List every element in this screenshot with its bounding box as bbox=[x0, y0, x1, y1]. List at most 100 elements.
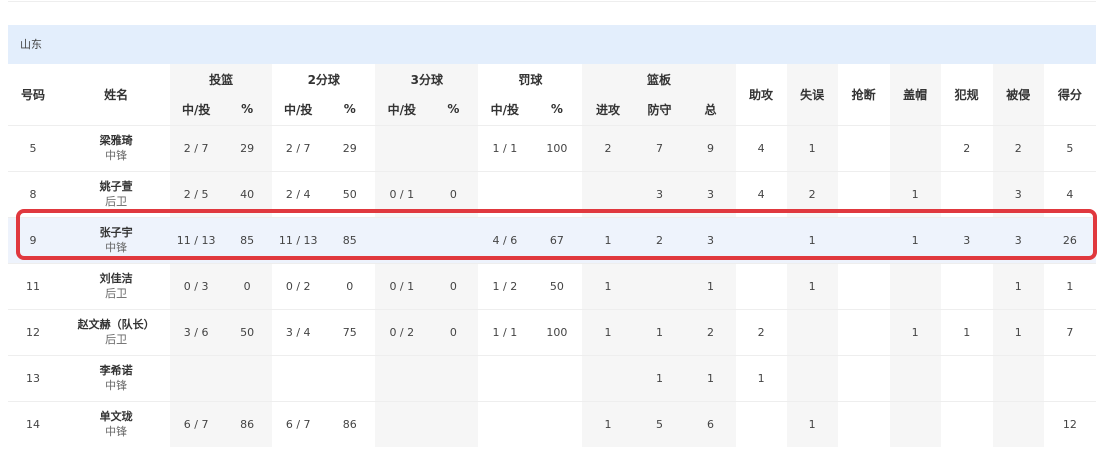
table-row[interactable]: 13 李希诺 中锋 1 1 1 bbox=[8, 354, 1096, 401]
col-two-pct[interactable]: % bbox=[324, 94, 375, 125]
player-name[interactable]: 张子宇 bbox=[62, 225, 170, 240]
stat-reb-def: 7 bbox=[633, 124, 686, 171]
team-name: 山东 bbox=[20, 38, 42, 51]
stat-three-made-att: 0 / 1 bbox=[375, 262, 429, 309]
col-reb[interactable]: 篮板 bbox=[582, 64, 736, 94]
player-name[interactable]: 刘佳洁 bbox=[62, 271, 170, 286]
stat-reb-tot: 6 bbox=[685, 400, 736, 447]
player-name[interactable]: 梁雅琦 bbox=[62, 133, 170, 148]
stat-tov: 1 bbox=[786, 262, 838, 309]
col-number[interactable]: 号码 bbox=[8, 64, 58, 125]
stat-three-made-att: 0 / 2 bbox=[375, 308, 429, 355]
col-ast[interactable]: 助攻 bbox=[736, 64, 787, 125]
player-name[interactable]: 赵文赫（队长） bbox=[62, 317, 170, 332]
player-name[interactable]: 李希诺 bbox=[62, 363, 170, 378]
stat-blk: 1 bbox=[889, 216, 941, 263]
col-two-made-att[interactable]: 中/投 bbox=[272, 94, 324, 125]
stat-reb-off: 1 bbox=[582, 216, 634, 263]
player-name-cell[interactable]: 刘佳洁 后卫 bbox=[58, 262, 171, 309]
stat-fd: 1 bbox=[992, 308, 1044, 355]
col-fg-pct[interactable]: % bbox=[222, 94, 273, 125]
stat-fd: 3 bbox=[992, 216, 1044, 263]
col-stl[interactable]: 抢断 bbox=[838, 64, 890, 125]
player-position: 中锋 bbox=[105, 149, 128, 162]
col-pts[interactable]: 得分 bbox=[1044, 64, 1096, 125]
stat-pf bbox=[940, 170, 993, 217]
stat-pf bbox=[940, 400, 993, 447]
table-row[interactable]: 8 姚子萱 后卫 2 / 5 40 2 / 4 50 0 / 103342134 bbox=[8, 170, 1096, 217]
player-name-cell[interactable]: 姚子萱 后卫 bbox=[58, 170, 171, 217]
stat-reb-def bbox=[633, 262, 686, 309]
stat-ft-made-att: 1 / 2 bbox=[478, 262, 532, 309]
col-fg-made-att[interactable]: 中/投 bbox=[170, 94, 223, 125]
col-reb-off[interactable]: 进攻 bbox=[582, 94, 634, 125]
col-reb-def[interactable]: 防守 bbox=[633, 94, 686, 125]
col-fg[interactable]: 投篮 bbox=[170, 64, 273, 94]
stat-ast: 1 bbox=[735, 354, 787, 401]
stat-reb-def: 2 bbox=[633, 216, 686, 263]
stat-pf: 1 bbox=[940, 308, 993, 355]
table-row[interactable]: 12 赵文赫（队长） 后卫 3 / 6 50 3 / 4 75 0 / 201 / 1 100 1… bbox=[8, 308, 1096, 355]
team-header: 山东 bbox=[8, 25, 1096, 64]
col-three[interactable]: 3分球 bbox=[375, 64, 479, 94]
table-row[interactable]: 9 张子宇 中锋 11 / 13 85 11 / 13 85 4 / 6 67 1 2 3 1 1 3 3 26 bbox=[8, 216, 1096, 263]
player-name-cell[interactable]: 李希诺 中锋 bbox=[58, 354, 171, 401]
player-position: 中锋 bbox=[105, 241, 128, 254]
player-name[interactable]: 单文珑 bbox=[62, 409, 170, 424]
stat-stl bbox=[837, 216, 890, 263]
col-two[interactable]: 2分球 bbox=[272, 64, 375, 94]
stat-three-made-att bbox=[375, 354, 429, 401]
col-ft-made-att[interactable]: 中/投 bbox=[478, 94, 531, 125]
table-row[interactable]: 14 单文珑 中锋 6 / 7 86 6 / 7 86 1 5 6 1 12 bbox=[8, 400, 1096, 447]
player-name-cell[interactable]: 梁雅琦 中锋 bbox=[58, 124, 171, 171]
col-fd[interactable]: 被侵 bbox=[992, 64, 1044, 125]
stat-tov: 1 bbox=[786, 400, 838, 447]
top-divider bbox=[8, 0, 1096, 2]
stat-pts: 5 bbox=[1043, 124, 1096, 171]
stat-reb-def: 3 bbox=[633, 170, 686, 217]
player-position: 后卫 bbox=[105, 287, 128, 300]
col-reb-tot[interactable]: 总 bbox=[685, 94, 736, 125]
player-name-cell[interactable]: 张子宇 中锋 bbox=[58, 216, 171, 263]
stat-ft-pct: 67 bbox=[531, 216, 583, 263]
col-name[interactable]: 姓名 bbox=[58, 64, 170, 125]
col-ft-pct[interactable]: % bbox=[531, 94, 582, 125]
col-three-pct[interactable]: % bbox=[428, 94, 479, 125]
stat-fg-pct: 85 bbox=[222, 216, 273, 263]
stat-pf bbox=[940, 354, 993, 401]
player-name[interactable]: 姚子萱 bbox=[62, 179, 170, 194]
stat-two-made-att: 2 / 7 bbox=[272, 124, 325, 171]
col-blk[interactable]: 盖帽 bbox=[889, 64, 941, 125]
stat-two-made-att: 6 / 7 bbox=[272, 400, 325, 447]
stat-fg-pct: 40 bbox=[222, 170, 273, 217]
player-position: 中锋 bbox=[105, 379, 128, 392]
stat-reb-tot: 2 bbox=[685, 308, 736, 355]
player-number: 14 bbox=[8, 400, 59, 447]
col-tov[interactable]: 失误 bbox=[786, 64, 838, 125]
stat-fg-pct: 50 bbox=[222, 308, 273, 355]
stat-pts: 7 bbox=[1043, 308, 1096, 355]
stat-fd: 1 bbox=[992, 262, 1044, 309]
stat-three-pct: 0 bbox=[428, 308, 479, 355]
col-three-made-att[interactable]: 中/投 bbox=[375, 94, 429, 125]
col-ft[interactable]: 罚球 bbox=[478, 64, 582, 94]
stat-two-pct: 0 bbox=[324, 262, 376, 309]
stat-fd bbox=[992, 354, 1044, 401]
table-row[interactable]: 5 梁雅琦 中锋 2 / 7 29 2 / 7 29 1 / 1 100 2 7 9 4 1 2 2 5 bbox=[8, 124, 1096, 171]
stat-blk bbox=[889, 354, 941, 401]
stat-reb-off: 1 bbox=[582, 400, 634, 447]
stat-fd: 2 bbox=[992, 124, 1044, 171]
stat-ft-pct: 100 bbox=[531, 124, 583, 171]
stat-ft-made-att bbox=[478, 400, 532, 447]
player-name-cell[interactable]: 单文珑 中锋 bbox=[58, 400, 171, 447]
player-position: 后卫 bbox=[105, 333, 128, 346]
col-pf[interactable]: 犯规 bbox=[941, 64, 993, 125]
stat-three-made-att: 0 / 1 bbox=[375, 170, 429, 217]
stat-pts: 4 bbox=[1043, 170, 1096, 217]
stat-tov: 2 bbox=[786, 170, 838, 217]
player-name-cell[interactable]: 赵文赫（队长） 后卫 bbox=[58, 308, 171, 355]
stat-reb-tot: 3 bbox=[685, 170, 736, 217]
table-row[interactable]: 11 刘佳洁 后卫 0 / 300 / 200 / 101 / 2 50 1 1 1 1 1 bbox=[8, 262, 1096, 309]
stat-reb-off bbox=[582, 170, 634, 217]
stat-two-made-att: 3 / 4 bbox=[272, 308, 325, 355]
